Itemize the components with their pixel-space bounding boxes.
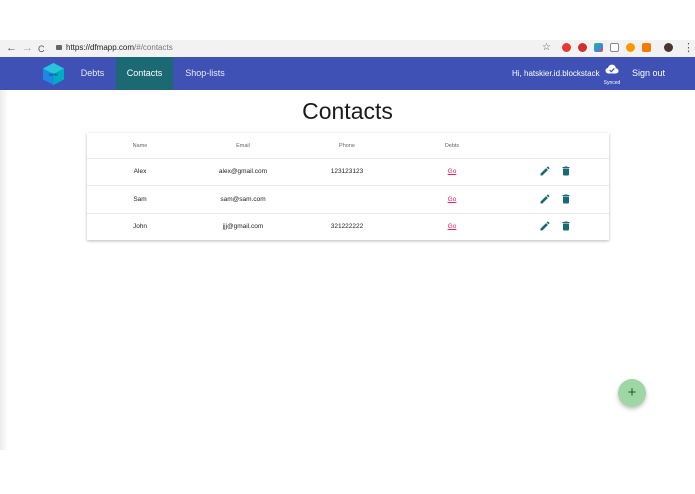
column-header-name: Name [132,143,148,149]
nav-tab-debts[interactable]: Debts [70,57,115,90]
user-greeting: Hi, hatskier.id.blockstack [512,69,600,78]
url-path: /#/contacts [134,43,173,52]
table-row: John jjj@gmail.com 321222222 Go [87,213,609,240]
contact-name: John [132,223,148,230]
add-contact-button[interactable]: + [618,379,646,407]
pencil-icon[interactable] [539,165,551,177]
forward-icon[interactable]: → [22,41,33,55]
back-icon[interactable]: ← [6,41,17,55]
extension-adblock-icon[interactable] [578,43,587,52]
pencil-icon[interactable] [539,220,551,232]
sync-status[interactable]: Synced [601,61,623,86]
trash-icon[interactable] [560,220,572,232]
nav-tab-contacts[interactable]: Contacts [116,57,173,90]
contact-name: Alex [133,168,147,175]
browser-menu-icon[interactable]: ⋮ [683,41,694,55]
table-row: Sam sam@sam.com Go [87,186,609,214]
svg-text:DFM: DFM [49,72,58,77]
extension-window-icon[interactable] [610,43,619,52]
left-edge-shadow [0,90,8,450]
contact-phone: 123123123 [330,168,364,175]
column-header-email: Email [236,143,250,149]
trash-icon[interactable] [560,165,572,177]
table-row: Alex alex@gmail.com 123123123 Go [87,158,609,186]
sign-out-button[interactable]: Sign out [632,57,665,90]
bookmark-star-icon[interactable]: ☆ [542,41,551,55]
browser-toolbar: ← → C https://dfmapp.com/#/contacts ☆ ⋮ [0,40,695,58]
extension-color-icon[interactable] [594,43,603,52]
cloud-check-icon [605,64,619,74]
debts-go-link[interactable]: Go [448,196,457,203]
sync-label: Synced [603,80,621,86]
extension-fox-icon[interactable] [642,43,651,52]
extension-timer-icon[interactable] [626,43,635,52]
column-header-phone: Phone [339,143,355,149]
contact-email: sam@sam.com [220,196,266,203]
contacts-table: Name Email Phone Debts Alex alex@gmail.c… [87,133,609,240]
app-logo-icon[interactable]: DFM [43,63,64,85]
profile-avatar-icon[interactable] [664,43,673,52]
app-navbar: DFM Debts Contacts Shop-lists Hi, hatski… [0,57,695,90]
contact-phone: 321222222 [330,223,364,230]
contact-name: Sam [133,196,147,203]
table-header: Name Email Phone Debts [87,133,609,159]
url-host: https://dfmapp.com [66,43,135,52]
address-bar[interactable]: https://dfmapp.com/#/contacts [56,41,536,55]
lock-icon [56,45,62,51]
pencil-icon[interactable] [539,193,551,205]
contact-email: jjj@gmail.com [222,223,264,230]
extension-red-icon[interactable] [562,43,571,52]
nav-tab-shop-lists[interactable]: Shop-lists [176,57,234,90]
column-header-debts: Debts [444,143,460,149]
page-title: Contacts [302,98,393,124]
debts-go-link[interactable]: Go [448,168,457,175]
reload-icon[interactable]: C [38,42,45,56]
trash-icon[interactable] [560,193,572,205]
contact-email: alex@gmail.com [218,168,268,175]
debts-go-link[interactable]: Go [448,223,457,230]
